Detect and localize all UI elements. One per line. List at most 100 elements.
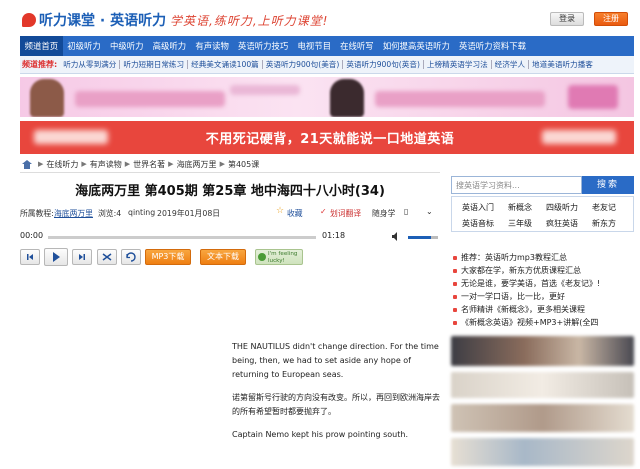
banner-slogan: 不用死记硬背，21天就能说一口地道英语 bbox=[205, 132, 455, 147]
lucky-button[interactable]: I'm feeling lucky! bbox=[255, 249, 303, 265]
quick-link[interactable]: 老友记 bbox=[592, 202, 616, 213]
breadcrumb: ▶ 在线听力 ▶ 有声读物 ▶ 世界名著 ▶ 海底两万里 ▶ 第405课 bbox=[22, 158, 259, 170]
quick-link[interactable]: 英语音标 bbox=[462, 218, 494, 229]
time-total: 01:18 bbox=[322, 231, 346, 240]
subnav-item[interactable]: 听力从零到满分 bbox=[60, 60, 119, 69]
nav-item-advanced[interactable]: 高级听力 bbox=[148, 36, 191, 56]
loop-button[interactable] bbox=[121, 249, 141, 265]
ad-blurred-button bbox=[568, 85, 618, 109]
ad-blurred-text bbox=[375, 91, 545, 107]
mp3-download-button[interactable]: MP3下载 bbox=[145, 249, 191, 265]
nav-item-audiobooks[interactable]: 有声读物 bbox=[191, 36, 234, 56]
quick-link[interactable]: 三年级 bbox=[508, 218, 532, 229]
author: qinting bbox=[128, 208, 156, 217]
next-icon bbox=[79, 254, 85, 260]
breadcrumb-item[interactable]: 海底两万里 bbox=[177, 159, 217, 170]
quick-link[interactable]: 新东方 bbox=[592, 218, 616, 229]
volume-icon[interactable] bbox=[392, 232, 400, 241]
breadcrumb-item[interactable]: 有声读物 bbox=[90, 159, 122, 170]
nav-item-listening-skills[interactable]: 英语听力技巧 bbox=[233, 36, 292, 56]
volume-slider[interactable] bbox=[408, 236, 438, 239]
subnav-item[interactable]: 地道美语听力播客 bbox=[528, 60, 596, 69]
recommend-item[interactable]: 《新概念英语》视频+MP3+讲解(全四 bbox=[451, 317, 634, 330]
recommend-item[interactable]: 无论是谁，要学美语，首选《老友记》! bbox=[451, 278, 634, 291]
article-meta: 所属教程: 海底两万里 浏览:4 qinting 2019年01月08日 ☆ 收… bbox=[20, 206, 440, 220]
quick-link[interactable]: 英语入门 bbox=[462, 202, 494, 213]
favorite-button[interactable]: 收藏 bbox=[287, 208, 303, 219]
ad-banner-slogan[interactable]: 不用死记硬背，21天就能说一口地道英语 bbox=[20, 121, 634, 154]
quick-link[interactable]: 四级听力 bbox=[546, 202, 578, 213]
ear-icon bbox=[22, 13, 36, 27]
publish-date: 2019年01月08日 bbox=[157, 209, 221, 218]
lucky-label: I'm feeling lucky! bbox=[268, 251, 298, 264]
recommend-item[interactable]: 一对一学口语，比一比，更好 bbox=[451, 291, 634, 304]
view-count: 浏览:4 bbox=[98, 209, 122, 218]
next-button[interactable] bbox=[72, 249, 92, 265]
article-body: THE NAUTILUS didn't change direction. Fo… bbox=[232, 340, 442, 451]
ad-blurred-text bbox=[75, 91, 225, 107]
star-icon[interactable]: ☆ bbox=[276, 206, 284, 216]
translate-toggle[interactable]: 划词翻译 bbox=[330, 208, 361, 219]
nav-item-beginner[interactable]: 初级听力 bbox=[63, 36, 106, 56]
nav-item-improve-listening[interactable]: 如何提高英语听力 bbox=[378, 36, 454, 56]
ad-blurred-text bbox=[230, 85, 300, 95]
breadcrumb-current: 第405课 bbox=[227, 159, 260, 169]
header: 听力课堂 · 英语听力 学英语,练听力,上听力课堂! 登录 注册 bbox=[0, 0, 640, 36]
sidebar-ad-image[interactable] bbox=[451, 372, 634, 398]
breadcrumb-item[interactable]: 在线听力 bbox=[46, 159, 78, 170]
site-logo[interactable]: 听力课堂 · 英语听力 bbox=[22, 10, 166, 30]
sidebar-ad-image[interactable] bbox=[451, 336, 634, 366]
prev-button[interactable] bbox=[20, 249, 40, 265]
divider bbox=[20, 172, 440, 173]
search-button[interactable]: 搜索 bbox=[582, 176, 634, 194]
search-input[interactable]: 搜英语学习资料... bbox=[451, 176, 582, 194]
subnav-item[interactable]: 听力短期日常练习 bbox=[119, 60, 187, 69]
clover-icon bbox=[258, 253, 266, 261]
subnav-item[interactable]: 英语听力900句(美音) bbox=[261, 60, 343, 69]
audio-player: 00:00 01:18 bbox=[20, 231, 442, 243]
nav-item-downloads[interactable]: 英语听力资料下载 bbox=[454, 36, 530, 56]
phone-icon[interactable]: ▯ bbox=[404, 207, 408, 216]
register-button[interactable]: 注册 bbox=[594, 12, 628, 26]
logo-text: 听力课堂 · 英语听力 bbox=[39, 13, 167, 29]
nav-item-home[interactable]: 频道首页 bbox=[20, 36, 63, 56]
chevron-down-icon[interactable]: ⌄ bbox=[426, 207, 433, 216]
login-button[interactable]: 登录 bbox=[550, 12, 584, 26]
subnav-item[interactable]: 经典美文诵读100篇 bbox=[187, 60, 262, 69]
ad-person-image bbox=[330, 79, 364, 117]
subnav-item[interactable]: 英语听力900句(英音) bbox=[342, 60, 423, 69]
page-title: 海底两万里 第405期 第25章 地中海四十八小时(34) bbox=[75, 184, 385, 199]
recommend-item[interactable]: 推荐：英语听力mp3教程汇总 bbox=[451, 252, 634, 265]
recommend-list: 推荐：英语听力mp3教程汇总 大家都在学，新东方优质课程汇总 无论是谁，要学美语… bbox=[451, 252, 634, 330]
breadcrumb-item[interactable]: 世界名著 bbox=[133, 159, 165, 170]
header-slogan: 学英语,练听力,上听力课堂! bbox=[170, 14, 329, 28]
shuffle-icon bbox=[102, 253, 112, 261]
quick-link[interactable]: 疯狂英语 bbox=[546, 218, 578, 229]
ad-blurred-text bbox=[542, 130, 616, 144]
repeat-ab-button[interactable] bbox=[97, 249, 117, 265]
sidebar-ad-image[interactable] bbox=[451, 404, 634, 432]
nav-item-dictation[interactable]: 在线听写 bbox=[336, 36, 379, 56]
subnav-item[interactable]: 上榜精英语学习法 bbox=[422, 60, 491, 69]
article-paragraph: Captain Nemo kept his prow pointing sout… bbox=[232, 430, 408, 439]
nav-item-intermediate[interactable]: 中级听力 bbox=[105, 36, 148, 56]
play-button[interactable] bbox=[44, 248, 68, 266]
main-nav: 频道首页 初级听力 中级听力 高级听力 有声读物 英语听力技巧 电视节目 在线听… bbox=[20, 36, 634, 56]
quick-link[interactable]: 新概念 bbox=[508, 202, 532, 213]
ad-person-image bbox=[30, 79, 64, 117]
text-download-button[interactable]: 文本下载 bbox=[200, 249, 246, 265]
home-icon[interactable] bbox=[22, 159, 32, 169]
play-icon bbox=[53, 252, 60, 262]
ad-banner-top[interactable] bbox=[20, 77, 634, 117]
random-study-button[interactable]: 随身学 bbox=[372, 208, 395, 219]
sidebar-ad-image[interactable] bbox=[451, 438, 634, 466]
subnav-item[interactable]: 经济学人 bbox=[490, 60, 528, 69]
program-link[interactable]: 海底两万里 bbox=[54, 208, 93, 219]
progress-track[interactable] bbox=[48, 236, 316, 239]
recommend-item[interactable]: 大家都在学，新东方优质课程汇总 bbox=[451, 265, 634, 278]
article-paragraph: 诺第留斯号行驶的方向没有改变。所以，再回到欧洲海岸去的所有希望暂时都要抛弃了。 bbox=[232, 393, 440, 416]
check-icon[interactable]: ✓ bbox=[320, 207, 327, 216]
recommend-item[interactable]: 名师精讲《新概念》，更多相关课程 bbox=[451, 304, 634, 317]
nav-item-tv-shows[interactable]: 电视节目 bbox=[293, 36, 336, 56]
loop-icon bbox=[126, 252, 136, 262]
